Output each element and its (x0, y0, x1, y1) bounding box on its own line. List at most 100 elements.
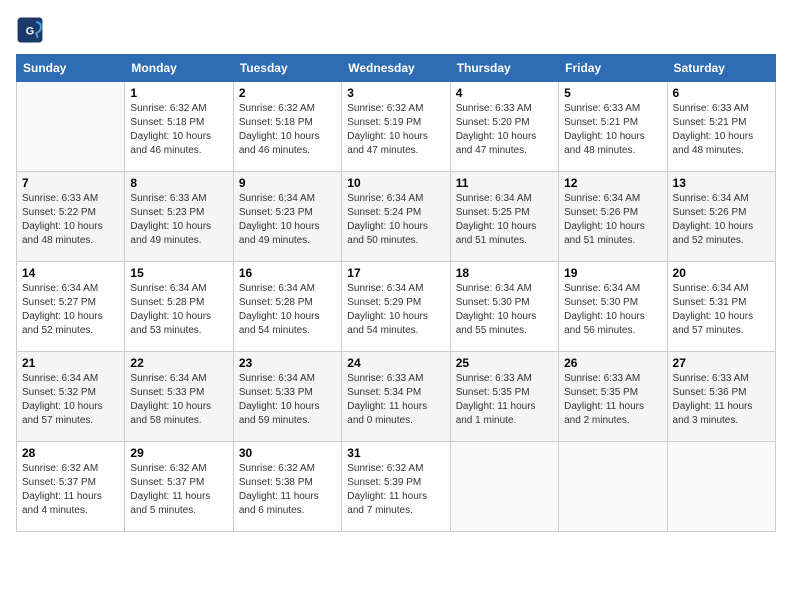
day-info: Sunrise: 6:32 AM Sunset: 5:18 PM Dayligh… (130, 102, 227, 158)
calendar-cell (559, 442, 667, 532)
day-info: Sunrise: 6:32 AM Sunset: 5:39 PM Dayligh… (347, 462, 444, 518)
logo: G (16, 16, 48, 44)
day-number: 28 (22, 446, 119, 460)
day-number: 24 (347, 356, 444, 370)
day-number: 1 (130, 86, 227, 100)
col-wednesday: Wednesday (342, 55, 450, 82)
calendar-cell: 10 Sunrise: 6:34 AM Sunset: 5:24 PM Dayli… (342, 172, 450, 262)
day-number: 21 (22, 356, 119, 370)
calendar-week-2: 7 Sunrise: 6:33 AM Sunset: 5:22 PM Daylig… (17, 172, 776, 262)
day-number: 4 (456, 86, 553, 100)
day-info: Sunrise: 6:33 AM Sunset: 5:35 PM Dayligh… (456, 372, 553, 428)
day-info: Sunrise: 6:33 AM Sunset: 5:22 PM Dayligh… (22, 192, 119, 248)
col-tuesday: Tuesday (233, 55, 341, 82)
calendar-cell: 9 Sunrise: 6:34 AM Sunset: 5:23 PM Daylig… (233, 172, 341, 262)
calendar-cell: 21 Sunrise: 6:34 AM Sunset: 5:32 PM Dayli… (17, 352, 125, 442)
day-number: 2 (239, 86, 336, 100)
day-number: 10 (347, 176, 444, 190)
calendar-cell: 1 Sunrise: 6:32 AM Sunset: 5:18 PM Daylig… (125, 82, 233, 172)
day-info: Sunrise: 6:32 AM Sunset: 5:37 PM Dayligh… (130, 462, 227, 518)
day-info: Sunrise: 6:33 AM Sunset: 5:34 PM Dayligh… (347, 372, 444, 428)
col-friday: Friday (559, 55, 667, 82)
col-thursday: Thursday (450, 55, 558, 82)
day-info: Sunrise: 6:34 AM Sunset: 5:28 PM Dayligh… (239, 282, 336, 338)
day-number: 26 (564, 356, 661, 370)
calendar-cell: 12 Sunrise: 6:34 AM Sunset: 5:26 PM Dayli… (559, 172, 667, 262)
day-info: Sunrise: 6:34 AM Sunset: 5:23 PM Dayligh… (239, 192, 336, 248)
calendar-cell: 11Sunrise: 6:34 AM Sunset: 5:25 PM Dayli… (450, 172, 558, 262)
day-number: 13 (673, 176, 770, 190)
calendar-cell: 25 Sunrise: 6:33 AM Sunset: 5:35 PM Dayli… (450, 352, 558, 442)
calendar-cell: 13 Sunrise: 6:34 AM Sunset: 5:26 PM Dayli… (667, 172, 775, 262)
day-info: Sunrise: 6:34 AM Sunset: 5:30 PM Dayligh… (564, 282, 661, 338)
day-number: 14 (22, 266, 119, 280)
day-info: Sunrise: 6:34 AM Sunset: 5:28 PM Dayligh… (130, 282, 227, 338)
day-info: Sunrise: 6:34 AM Sunset: 5:31 PM Dayligh… (673, 282, 770, 338)
calendar-cell (17, 82, 125, 172)
day-number: 22 (130, 356, 227, 370)
calendar-cell: 19 Sunrise: 6:34 AM Sunset: 5:30 PM Dayli… (559, 262, 667, 352)
day-number: 30 (239, 446, 336, 460)
calendar-cell: 27Sunrise: 6:33 AM Sunset: 5:36 PM Dayli… (667, 352, 775, 442)
day-number: 3 (347, 86, 444, 100)
header-row: Sunday Monday Tuesday Wednesday Thursday… (17, 55, 776, 82)
day-info: Sunrise: 6:34 AM Sunset: 5:32 PM Dayligh… (22, 372, 119, 428)
day-number: 17 (347, 266, 444, 280)
calendar-cell: 15 Sunrise: 6:34 AM Sunset: 5:28 PM Dayli… (125, 262, 233, 352)
calendar-cell: 30 Sunrise: 6:32 AM Sunset: 5:38 PM Dayli… (233, 442, 341, 532)
day-info: Sunrise: 6:34 AM Sunset: 5:29 PM Dayligh… (347, 282, 444, 338)
calendar-cell: 3 Sunrise: 6:32 AM Sunset: 5:19 PM Daylig… (342, 82, 450, 172)
day-number: 27 (673, 356, 770, 370)
day-number: 16 (239, 266, 336, 280)
calendar-cell: 26 Sunrise: 6:33 AM Sunset: 5:35 PM Dayli… (559, 352, 667, 442)
day-info: Sunrise: 6:32 AM Sunset: 5:18 PM Dayligh… (239, 102, 336, 158)
day-info: Sunrise: 6:34 AM Sunset: 5:24 PM Dayligh… (347, 192, 444, 248)
col-sunday: Sunday (17, 55, 125, 82)
calendar-cell: 22 Sunrise: 6:34 AM Sunset: 5:33 PM Dayli… (125, 352, 233, 442)
day-info: Sunrise: 6:34 AM Sunset: 5:33 PM Dayligh… (130, 372, 227, 428)
day-info: Sunrise: 6:33 AM Sunset: 5:21 PM Dayligh… (564, 102, 661, 158)
day-number: 12 (564, 176, 661, 190)
calendar-cell (667, 442, 775, 532)
day-number: 19 (564, 266, 661, 280)
calendar-cell: 4 Sunrise: 6:33 AM Sunset: 5:20 PM Daylig… (450, 82, 558, 172)
day-number: 7 (22, 176, 119, 190)
calendar-cell: 14 Sunrise: 6:34 AM Sunset: 5:27 PM Dayli… (17, 262, 125, 352)
day-number: 23 (239, 356, 336, 370)
day-number: 6 (673, 86, 770, 100)
day-info: Sunrise: 6:32 AM Sunset: 5:19 PM Dayligh… (347, 102, 444, 158)
logo-icon: G (16, 16, 44, 44)
calendar-table: Sunday Monday Tuesday Wednesday Thursday… (16, 54, 776, 532)
col-saturday: Saturday (667, 55, 775, 82)
day-info: Sunrise: 6:32 AM Sunset: 5:37 PM Dayligh… (22, 462, 119, 518)
day-info: Sunrise: 6:34 AM Sunset: 5:30 PM Dayligh… (456, 282, 553, 338)
day-number: 31 (347, 446, 444, 460)
calendar-cell: 23Sunrise: 6:34 AM Sunset: 5:33 PM Dayli… (233, 352, 341, 442)
calendar-cell (450, 442, 558, 532)
day-number: 9 (239, 176, 336, 190)
calendar-cell: 20Sunrise: 6:34 AM Sunset: 5:31 PM Dayli… (667, 262, 775, 352)
calendar-week-1: 1 Sunrise: 6:32 AM Sunset: 5:18 PM Daylig… (17, 82, 776, 172)
calendar-cell: 2 Sunrise: 6:32 AM Sunset: 5:18 PM Daylig… (233, 82, 341, 172)
day-info: Sunrise: 6:33 AM Sunset: 5:21 PM Dayligh… (673, 102, 770, 158)
calendar-cell: 18Sunrise: 6:34 AM Sunset: 5:30 PM Dayli… (450, 262, 558, 352)
day-info: Sunrise: 6:34 AM Sunset: 5:26 PM Dayligh… (673, 192, 770, 248)
day-info: Sunrise: 6:33 AM Sunset: 5:20 PM Dayligh… (456, 102, 553, 158)
day-number: 25 (456, 356, 553, 370)
calendar-cell: 16 Sunrise: 6:34 AM Sunset: 5:28 PM Dayli… (233, 262, 341, 352)
day-info: Sunrise: 6:34 AM Sunset: 5:26 PM Dayligh… (564, 192, 661, 248)
calendar-cell: 24 Sunrise: 6:33 AM Sunset: 5:34 PM Dayli… (342, 352, 450, 442)
calendar-week-4: 21 Sunrise: 6:34 AM Sunset: 5:32 PM Dayli… (17, 352, 776, 442)
day-number: 8 (130, 176, 227, 190)
col-monday: Monday (125, 55, 233, 82)
calendar-cell: 6 Sunrise: 6:33 AM Sunset: 5:21 PM Daylig… (667, 82, 775, 172)
day-number: 11 (456, 176, 553, 190)
calendar-week-3: 14 Sunrise: 6:34 AM Sunset: 5:27 PM Dayli… (17, 262, 776, 352)
day-info: Sunrise: 6:34 AM Sunset: 5:27 PM Dayligh… (22, 282, 119, 338)
calendar-cell: 28 Sunrise: 6:32 AM Sunset: 5:37 PM Dayli… (17, 442, 125, 532)
day-number: 15 (130, 266, 227, 280)
day-number: 5 (564, 86, 661, 100)
day-info: Sunrise: 6:32 AM Sunset: 5:38 PM Dayligh… (239, 462, 336, 518)
day-info: Sunrise: 6:33 AM Sunset: 5:35 PM Dayligh… (564, 372, 661, 428)
calendar-cell: 7 Sunrise: 6:33 AM Sunset: 5:22 PM Daylig… (17, 172, 125, 262)
